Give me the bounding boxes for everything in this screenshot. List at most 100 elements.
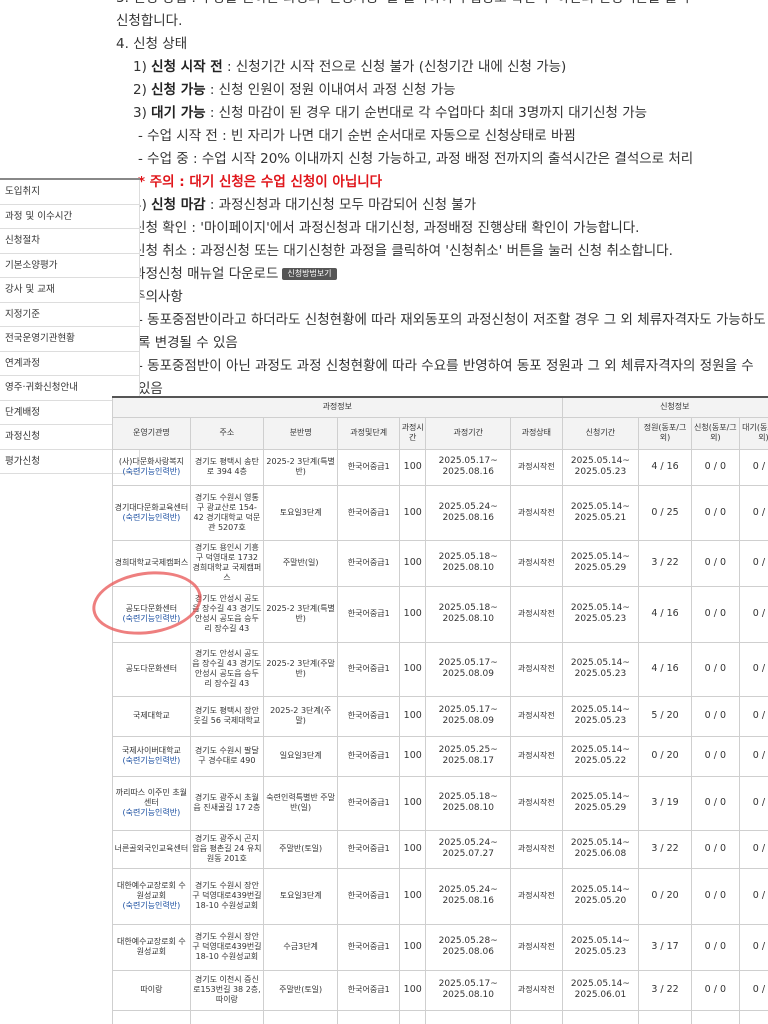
cell-apply-period: 2025.05.14~ 2025.05.23 — [561, 695, 640, 737]
cell-apply-period: 2025.05.14~ 2025.05.23 — [561, 448, 640, 486]
cell-applied: 0 / 0 — [690, 867, 740, 925]
cell-class: 토요일3단계 — [262, 867, 339, 925]
status-label: 신청 가능 — [151, 82, 206, 98]
status-item-3: 3) 대기 가능 : 신청 마감이 된 경우 대기 순번대로 각 수업마다 최대… — [133, 105, 648, 121]
cell-applied: 0 / 0 — [690, 695, 740, 737]
cell-waiting: 0 / 0 — [738, 641, 768, 697]
skilled-worker-tag[interactable]: (숙련기능인력반) — [114, 901, 189, 911]
cell-org[interactable]: 대한예수교장로회 수원성교회 — [112, 923, 191, 971]
cell-hours: 100 — [399, 448, 427, 486]
note-2: - 동포중점반이 아닌 과정도 과정 신청현황에 따라 수요를 반영하여 동포 … — [138, 358, 754, 397]
cell-status[interactable]: 과정시작전 — [510, 969, 563, 1011]
cell-apply-period: 2025.05.14~ 2025.05.23 — [561, 1009, 640, 1024]
table-row[interactable]: 까리따스 이주민 초월센터 (숙련기능인력반) 경기도 광주시 초월읍 진새골길 1… — [112, 775, 768, 831]
cell-address: 경기도 광주시 곤지암읍 평촌길 24 유치원동 201호 — [189, 829, 264, 869]
cell-status[interactable]: 과정시작전 — [510, 585, 563, 643]
cell-status[interactable]: 과정시작전 — [510, 775, 563, 831]
skilled-worker-tag[interactable]: (숙련기능인력반) — [114, 467, 189, 477]
table-row[interactable]: 공도다문화센터 (숙련기능인력반) 경기도 안성시 공도읍 장수길 43 경기도 안… — [112, 585, 768, 643]
cell-waiting: 0 / 0 — [738, 539, 768, 587]
cell-status[interactable]: 과정시작전 — [510, 829, 563, 869]
table-row[interactable]: 사단법인 더큰이웃아시아경기도 화성시 떡전골로 104-7 3층(진안동)토)… — [112, 1009, 768, 1024]
status-sub-2: - 수업 중 : 수업 시작 20% 이내까지 신청 가능하고, 과정 배정 전… — [138, 151, 694, 167]
org-name: (사)다문화사랑복지 — [118, 457, 184, 466]
cell-hours: 100 — [399, 641, 427, 697]
cell-hours: 100 — [399, 484, 427, 541]
status-text: : 과정신청과 대기신청 모두 마감되어 신청 불가 — [205, 197, 477, 213]
cell-level: 한국어중급1 — [337, 585, 401, 643]
cell-status[interactable]: 과정시작전 — [510, 641, 563, 697]
sidebar-item-institutions[interactable]: 전국운영기관현황 — [0, 327, 140, 352]
table-row[interactable]: 따이랑 경기도 이천시 증신로153번길 38 2층, 따이랑 주말반(토일) 한국어… — [112, 969, 768, 1011]
cell-org[interactable]: 국제대학교 — [112, 695, 191, 737]
sidebar-item-courses[interactable]: 과정 및 이수시간 — [0, 204, 140, 229]
table-row[interactable]: 공도다문화센터 경기도 안성시 공도읍 장수길 43 경기도 안성시 공도읍 승두… — [112, 641, 768, 697]
cell-org[interactable]: 따이랑 — [112, 969, 191, 1011]
cell-status[interactable]: 과정시작전 — [510, 1009, 563, 1024]
sidebar-item-linked[interactable]: 연계과정 — [0, 351, 140, 376]
sidebar-item-criteria[interactable]: 지정기준 — [0, 302, 140, 327]
cell-applied: 0 / 0 — [690, 484, 740, 541]
cell-capacity: 3 / 22 — [638, 539, 692, 587]
cell-org[interactable]: 대한예수교장로회 수원성교회 (숙련기능인력반) — [112, 867, 191, 925]
skilled-worker-tag[interactable]: (숙련기능인력반) — [114, 756, 189, 766]
col-status: 과정상태 — [510, 416, 563, 450]
cell-class: 주말반(토일) — [262, 829, 339, 869]
cell-capacity: 4 / 16 — [638, 448, 692, 486]
cell-apply-period: 2025.05.14~ 2025.06.01 — [561, 969, 640, 1011]
sidebar-item-basic-test[interactable]: 기본소양평가 — [0, 253, 140, 278]
cell-status[interactable]: 과정시작전 — [510, 867, 563, 925]
table-row[interactable]: 경기대다문화교육센터 (숙련기능인력반) 경기도 수원시 영통구 광교산로 154-… — [112, 484, 768, 541]
cell-status[interactable]: 과정시작전 — [510, 448, 563, 486]
cell-waiting: 0 / 0 — [738, 969, 768, 1011]
cell-period: 2025.05.17~ 2025.08.16 — [425, 448, 512, 486]
cell-status[interactable]: 과정시작전 — [510, 923, 563, 971]
cell-status[interactable]: 과정시작전 — [510, 695, 563, 737]
cell-capacity: 3 / 22 — [638, 969, 692, 1011]
table-row[interactable]: 경희대학교국제캠퍼스 경기도 용인시 기흥구 덕영대로 1732 경희대학교 국제… — [112, 539, 768, 587]
instructions: 3. 신청 방법 : 수강을 원하는 과정의 '신청가능' 을 클릭하여 수업장… — [116, 0, 768, 401]
cell-org[interactable]: (사)다문화사랑복지 (숙련기능인력반) — [112, 448, 191, 486]
table-row[interactable]: 너른골외국인교육센터 경기도 광주시 곤지암읍 평촌길 24 유치원동 201호 주… — [112, 829, 768, 869]
cell-class: 2025-2 3단계(주말반) — [262, 641, 339, 697]
cell-org[interactable]: 사단법인 더큰이웃아시아 — [112, 1009, 191, 1024]
sidebar-item-intro[interactable]: 도입취지 — [0, 180, 140, 205]
cell-org[interactable]: 경기대다문화교육센터 (숙련기능인력반) — [112, 484, 191, 541]
status-label: 신청 마감 — [151, 197, 206, 213]
cell-org[interactable]: 너른골외국인교육센터 — [112, 829, 191, 869]
status-text: : 신청 마감이 된 경우 대기 순번대로 각 수업마다 최대 3명까지 대기신… — [205, 105, 648, 121]
col-period: 과정기간 — [425, 416, 512, 450]
cell-capacity: 0 / 20 — [638, 867, 692, 925]
cell-class: 숙련인력특별반 주말반(일) — [262, 775, 339, 831]
table-row[interactable]: 대한예수교장로회 수원성교회 경기도 수원시 장안구 덕영대로439번길 18-1… — [112, 923, 768, 971]
cell-hours: 100 — [399, 585, 427, 643]
manual-view-button[interactable]: 신청방법보기 — [282, 268, 337, 280]
cell-hours: 100 — [399, 969, 427, 1011]
cell-org[interactable]: 까리따스 이주민 초월센터 (숙련기능인력반) — [112, 775, 191, 831]
cell-address: 경기도 수원시 팔달구 경수대로 490 — [189, 735, 264, 777]
cell-org[interactable]: 국제사이버대학교 (숙련기능인력반) — [112, 735, 191, 777]
cell-capacity: 3 / 12 — [638, 1009, 692, 1024]
table-row[interactable]: 국제대학교 경기도 평택시 장안웃길 56 국제대학교 2025-2 3단계(주말)… — [112, 695, 768, 737]
cell-address: 경기도 수원시 장안구 덕영대로439번길 18-10 수원성교회 — [189, 867, 264, 925]
cell-address: 경기도 평택시 장안웃길 56 국제대학교 — [189, 695, 264, 737]
table-row[interactable]: 국제사이버대학교 (숙련기능인력반) 경기도 수원시 팔달구 경수대로 490 일요일… — [112, 735, 768, 777]
org-name: 경기대다문화교육센터 — [114, 502, 189, 512]
cell-address: 경기도 수원시 장안구 덕영대로439번길 18-10 수원성교회 — [189, 923, 264, 971]
cell-status[interactable]: 과정시작전 — [510, 484, 563, 541]
cell-status[interactable]: 과정시작전 — [510, 539, 563, 587]
skilled-worker-tag[interactable]: (숙련기능인력반) — [114, 808, 189, 818]
skilled-worker-tag[interactable]: (숙련기능인력반) — [114, 513, 189, 523]
cell-org[interactable]: 공도다문화센터 — [112, 641, 191, 697]
sidebar-item-teachers[interactable]: 강사 및 교재 — [0, 278, 140, 303]
table-row[interactable]: 대한예수교장로회 수원성교회 (숙련기능인력반) 경기도 수원시 장안구 덕영대로4… — [112, 867, 768, 925]
cell-address: 경기도 용인시 기흥구 덕영대로 1732 경희대학교 국제캠퍼스 — [189, 539, 264, 587]
cell-level: 한국어중급1 — [337, 484, 401, 541]
table-row[interactable]: (사)다문화사랑복지 (숙련기능인력반) 경기도 평택시 송탄로 394 4층 202… — [112, 448, 768, 486]
cell-status[interactable]: 과정시작전 — [510, 735, 563, 777]
cell-level: 한국어중급1 — [337, 867, 401, 925]
course-table: 과정정보 신청정보 운영기관명 주소 분반명 과정및단계 과정시간 과정기간 과… — [112, 396, 768, 1024]
status-item-4: 4) 신청 마감 : 과정신청과 대기신청 모두 마감되어 신청 불가 — [133, 197, 477, 213]
sidebar-item-procedure[interactable]: 신청절차 — [0, 229, 140, 254]
cell-class: 2025-2 3단계(특별반) — [262, 448, 339, 486]
